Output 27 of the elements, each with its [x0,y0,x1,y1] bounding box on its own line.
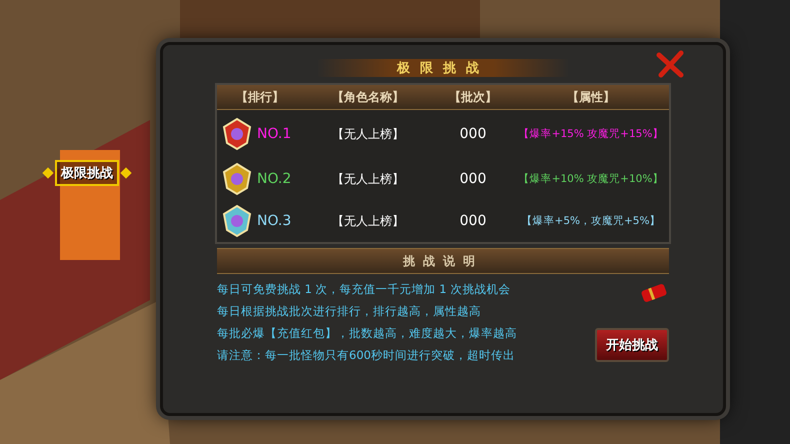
column-header: 【排行】 [235,88,285,106]
npc-label: 极限挑战 [55,160,119,186]
start-challenge-button[interactable]: 开始挑战 [595,328,669,362]
attribute-bonus: 【爆率+5%，攻魔咒+5%】 [520,214,662,228]
column-header: 【属性】 [566,88,616,106]
player-name: 【无人上榜】 [331,170,405,188]
medal-icon [220,162,254,196]
column-header: 【批次】 [448,88,498,106]
instruction-text: 每日根据挑战批次进行排行，排行越高，属性越高 [217,304,482,319]
medal-icon [220,117,254,151]
column-header: 【角色名称】 [331,88,405,106]
player-name: 【无人上榜】 [331,126,405,142]
instruction-text: 每批必爆【充值红包】，批数越高，难度越大，爆率越高 [217,326,517,341]
batch-count: 000 [458,171,488,187]
batch-count: 000 [458,213,488,229]
section-title: 挑战说明 [403,252,483,270]
rank-label: NO.1 [257,126,292,142]
instruction-text: 请注意：每一批怪物只有600秒时间进行突破，超时传出 [217,348,516,363]
batch-count: 000 [458,126,488,142]
player-name: 【无人上榜】 [331,212,405,230]
rank-label: NO.2 [257,171,292,187]
rank-label: NO.3 [257,213,292,229]
instruction-text: 每日可免费挑战 1 次，每充值一千元增加 1 次挑战机会 [217,282,512,297]
close-button[interactable] [655,49,685,79]
medal-icon [220,204,254,238]
attribute-bonus: 【爆率+10% 攻魔咒+10%】 [518,172,664,186]
attribute-bonus: 【爆率+15% 攻魔咒+15%】 [518,127,664,141]
